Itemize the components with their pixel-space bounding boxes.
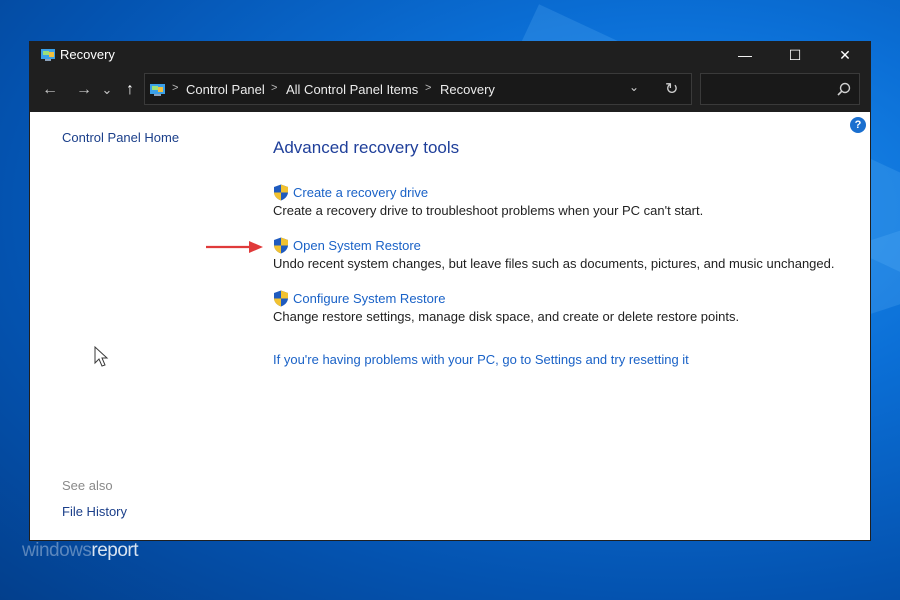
- recent-locations-button[interactable]: ⌄: [100, 80, 114, 100]
- uac-shield-icon: [274, 290, 288, 307]
- mouse-cursor-icon: [94, 346, 109, 367]
- see-also-label: See also: [62, 478, 113, 493]
- window-title: Recovery: [60, 47, 115, 62]
- maximize-button[interactable]: ☐: [770, 42, 820, 68]
- breadcrumb-separator-icon: >: [172, 82, 179, 94]
- title-bar[interactable]: Recovery — ☐ ✕: [30, 42, 870, 68]
- recovery-window: Recovery — ☐ ✕ ← → ⌄ ↑ > Control Panel >…: [30, 42, 870, 540]
- uac-shield-icon: [274, 184, 288, 201]
- configure-system-restore-description: Change restore settings, manage disk spa…: [273, 309, 740, 324]
- chevron-down-icon: ⌄: [101, 82, 113, 97]
- close-icon: ✕: [839, 46, 851, 63]
- breadcrumb-separator-icon: >: [425, 82, 432, 94]
- watermark-logo: windowsreport: [22, 540, 139, 562]
- maximize-icon: ☐: [788, 46, 802, 63]
- page-title: Advanced recovery tools: [273, 138, 460, 157]
- breadcrumb-all-items[interactable]: All Control Panel Items: [286, 82, 418, 97]
- watermark-part1: windows: [22, 540, 92, 561]
- search-icon[interactable]: [837, 82, 851, 96]
- refresh-icon[interactable]: ↻: [665, 79, 678, 99]
- up-arrow-icon: ↑: [126, 81, 134, 98]
- create-recovery-drive-link[interactable]: Create a recovery drive: [293, 185, 428, 200]
- watermark-part2: report: [91, 540, 139, 561]
- forward-arrow-icon: →: [76, 81, 92, 98]
- up-button[interactable]: ↑: [120, 80, 140, 100]
- uac-shield-icon: [274, 237, 288, 254]
- control-panel-home-link[interactable]: Control Panel Home: [62, 130, 179, 145]
- open-system-restore-description: Undo recent system changes, but leave fi…: [273, 256, 835, 271]
- configure-system-restore-link[interactable]: Configure System Restore: [293, 291, 445, 306]
- breadcrumb-control-panel[interactable]: Control Panel: [186, 82, 265, 97]
- content-area: ? Control Panel Home See also File Histo…: [30, 112, 870, 540]
- control-panel-icon: [150, 84, 165, 96]
- create-recovery-drive-description: Create a recovery drive to troubleshoot …: [273, 203, 704, 218]
- reset-pc-link[interactable]: If you're having problems with your PC, …: [273, 352, 689, 367]
- back-button[interactable]: ←: [40, 80, 60, 100]
- minimize-button[interactable]: —: [720, 42, 770, 68]
- breadcrumb-recovery[interactable]: Recovery: [440, 82, 495, 97]
- address-dropdown-icon[interactable]: ⌄: [629, 80, 639, 94]
- forward-button[interactable]: →: [74, 80, 94, 100]
- back-arrow-icon: ←: [42, 81, 58, 98]
- open-system-restore-link[interactable]: Open System Restore: [293, 238, 421, 253]
- red-arrow-icon: [206, 241, 263, 253]
- control-panel-icon: [41, 49, 55, 61]
- help-icon[interactable]: ?: [850, 117, 866, 133]
- navigation-bar: ← → ⌄ ↑ > Control Panel > All Control Pa…: [30, 68, 870, 112]
- file-history-link[interactable]: File History: [62, 504, 127, 519]
- close-button[interactable]: ✕: [820, 42, 870, 68]
- breadcrumb-separator-icon: >: [271, 82, 278, 94]
- search-input[interactable]: [700, 73, 860, 105]
- address-bar[interactable]: > Control Panel > All Control Panel Item…: [144, 73, 692, 105]
- minimize-icon: —: [738, 47, 752, 63]
